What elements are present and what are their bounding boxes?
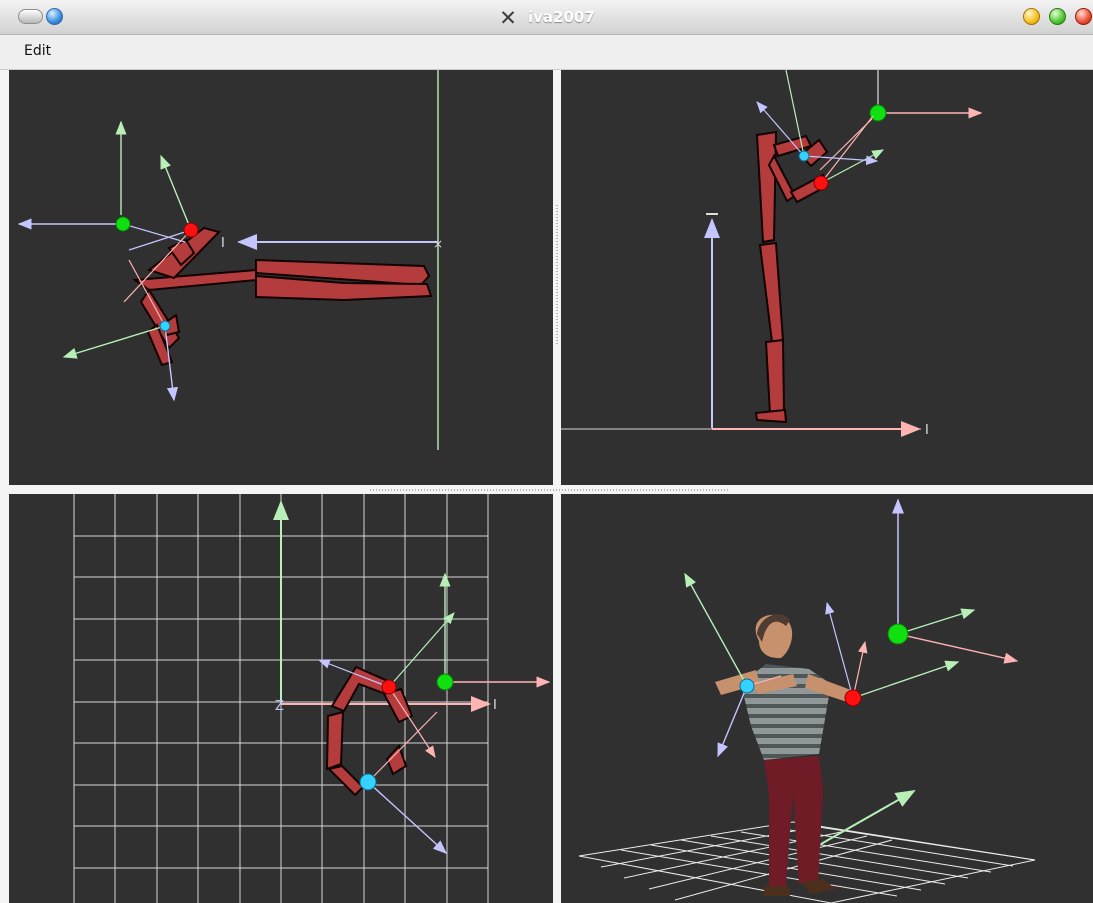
- viewport-perspective[interactable]: [561, 494, 1093, 903]
- x-logo-icon: ✕: [499, 6, 517, 30]
- red-handle-icon[interactable]: [381, 679, 397, 695]
- shade-window-button[interactable]: [18, 9, 43, 24]
- window-title: iva2007: [528, 8, 595, 26]
- skeleton-model[interactable]: [754, 130, 829, 424]
- axis-label-z: Z: [275, 699, 284, 714]
- title-bar[interactable]: ✕ iva2007: [0, 0, 1093, 35]
- viewport-side[interactable]: I: [561, 70, 1093, 485]
- skeleton-model[interactable]: [132, 226, 433, 367]
- avatar-model[interactable]: [715, 614, 851, 896]
- handle-axis: [820, 115, 874, 184]
- minimize-button[interactable]: [1023, 8, 1040, 25]
- handle-axis: [820, 149, 885, 184]
- handle-axis: [367, 781, 448, 854]
- handle-axis: [852, 640, 868, 699]
- sticky-window-button[interactable]: [46, 8, 63, 25]
- horizontal-splitter-grip[interactable]: [370, 489, 730, 491]
- viewport-top[interactable]: I ×: [9, 70, 553, 485]
- menu-edit[interactable]: Edit: [24, 43, 51, 59]
- menu-edit-label: Edit: [24, 43, 52, 59]
- handle-axis: [897, 608, 976, 635]
- axis-label-i: I: [221, 236, 225, 251]
- viewport-front-canvas[interactable]: Z I: [9, 494, 553, 903]
- close-button[interactable]: [1075, 8, 1092, 25]
- viewport-perspective-canvas[interactable]: [561, 494, 1093, 903]
- viewport-top-canvas[interactable]: I ×: [9, 70, 553, 485]
- green-handle-icon[interactable]: [887, 623, 909, 645]
- handle-axis: [160, 154, 192, 231]
- viewport-front[interactable]: Z I: [9, 494, 553, 903]
- handle-axis: [897, 633, 1019, 664]
- handle-axis: [122, 223, 186, 243]
- handle-axis: [62, 325, 166, 359]
- handle-axis: [388, 686, 436, 759]
- maximize-button[interactable]: [1049, 8, 1066, 25]
- red-handle-icon[interactable]: [813, 175, 829, 191]
- cyan-handle-icon[interactable]: [798, 150, 810, 162]
- origin-marker: ×: [433, 237, 443, 251]
- red-handle-icon[interactable]: [844, 689, 862, 707]
- floor-axis: [820, 790, 916, 845]
- red-handle-icon[interactable]: [183, 222, 199, 238]
- handle-axis: [717, 685, 748, 758]
- green-handle-icon[interactable]: [115, 216, 131, 232]
- handle-axis: [367, 711, 438, 783]
- green-handle-icon[interactable]: [869, 104, 887, 122]
- axis-label-i: I: [493, 698, 497, 713]
- handle-axis: [684, 572, 748, 687]
- green-handle-icon[interactable]: [436, 673, 454, 691]
- viewport-side-canvas[interactable]: I: [561, 70, 1093, 485]
- cyan-handle-icon[interactable]: [159, 320, 171, 332]
- vertical-splitter-grip[interactable]: [556, 205, 558, 345]
- axis-label-i: I: [925, 423, 929, 438]
- handle-axis: [852, 660, 960, 699]
- cyan-handle-icon[interactable]: [739, 678, 755, 694]
- menu-bar: Edit: [0, 35, 1093, 70]
- cyan-handle-icon[interactable]: [359, 773, 377, 791]
